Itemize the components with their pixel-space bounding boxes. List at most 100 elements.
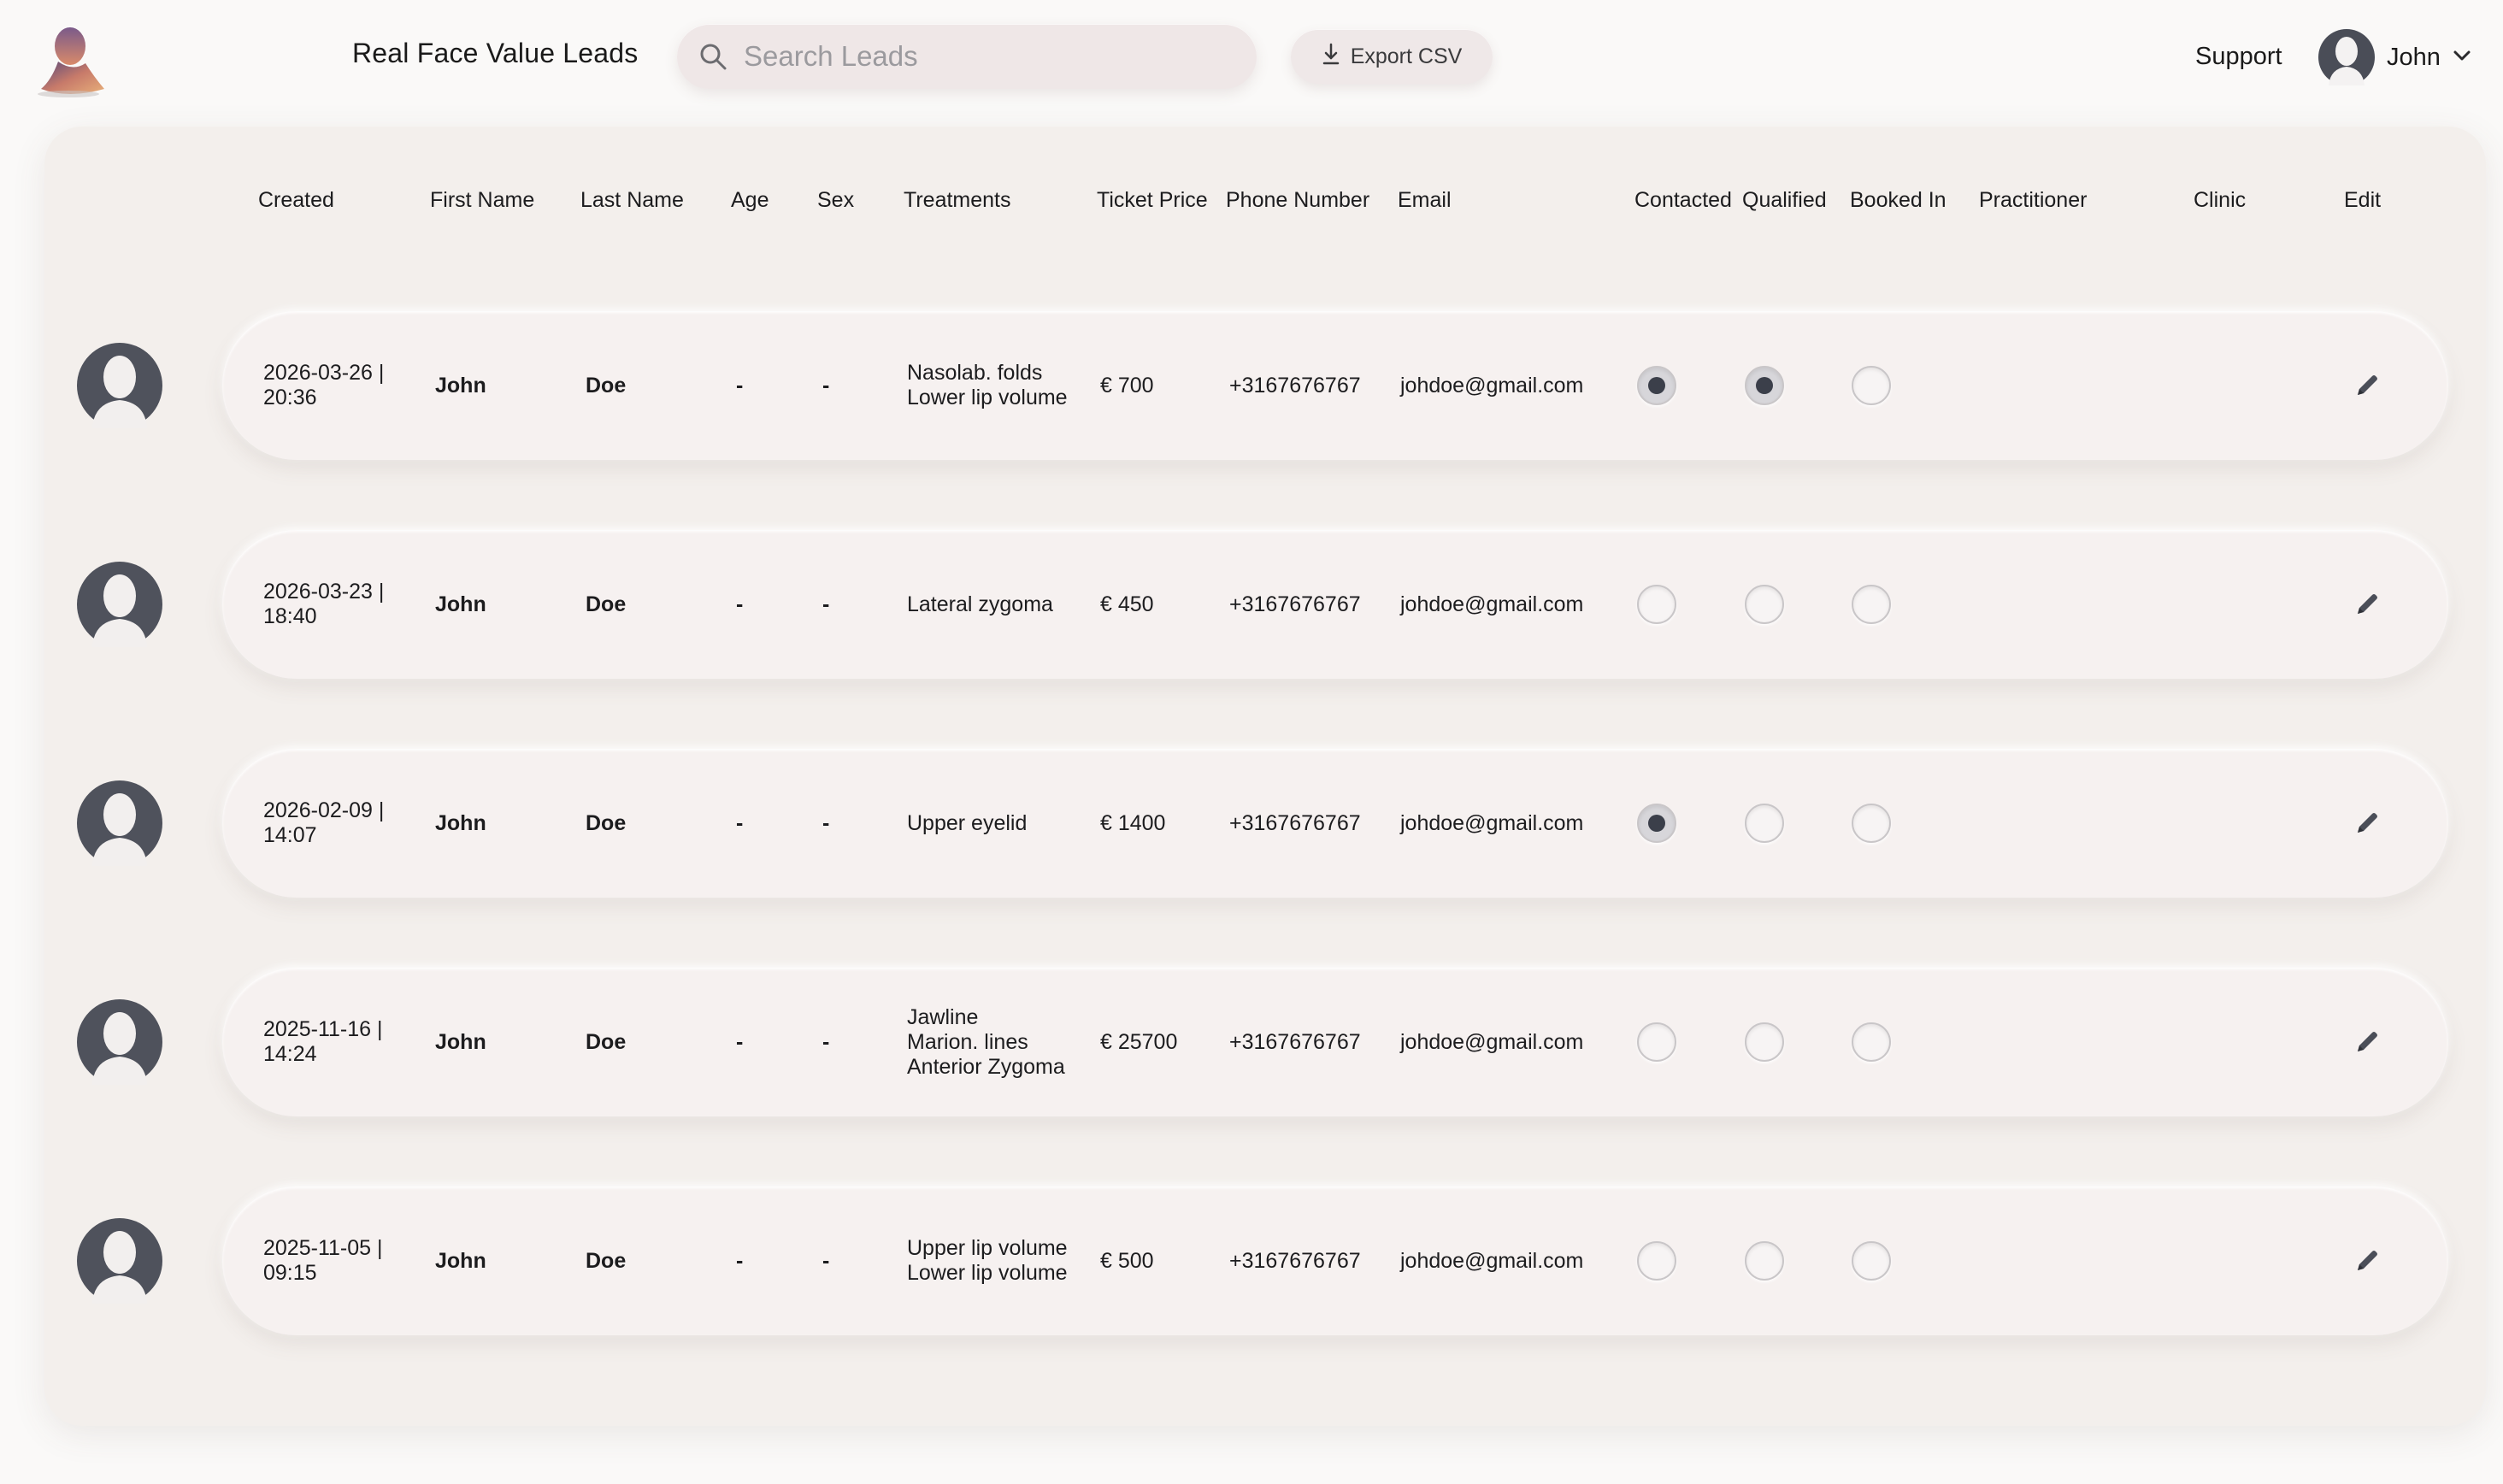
age-cell: - [736,592,744,616]
booked-in-radio[interactable] [1852,1022,1891,1062]
phone-cell: +3167676767 [1229,373,1361,398]
last-name-cell: Doe [586,592,627,616]
created-cell: 2026-03-26 | 20:36 [263,361,384,410]
qualified-radio[interactable] [1745,1241,1784,1281]
booked-in-radio[interactable] [1852,366,1891,405]
column-header-ticket-price[interactable]: Ticket Price [1097,188,1208,213]
email-cell[interactable]: johdoe@gmail.com [1400,811,1583,836]
edit-pencil-icon[interactable] [2353,809,2382,838]
column-header-treatments[interactable]: Treatments [904,188,1011,213]
column-header-age[interactable]: Age [731,188,769,213]
column-header-practitioner[interactable]: Practitioner [1979,188,2087,213]
treatment-item: Lower lip volume [907,386,1068,409]
treatment-item: Nasolab. folds [907,361,1043,385]
created-cell: 2026-03-23 | 18:40 [263,580,384,629]
contacted-radio[interactable] [1637,804,1676,843]
edit-pencil-icon[interactable] [2353,371,2382,400]
qualified-radio[interactable] [1745,1022,1784,1062]
edit-pencil-icon[interactable] [2353,1028,2382,1057]
created-date: 2026-03-26 | [263,361,385,385]
last-name-cell: Doe [586,1248,627,1273]
edit-pencil-icon[interactable] [2353,590,2382,619]
first-name-cell: John [435,1029,486,1054]
column-header-edit: Edit [2344,188,2382,212]
last-name-cell: Doe [586,810,627,835]
ticket-price-cell: € 450 [1100,592,1154,616]
contacted-radio[interactable] [1637,1241,1676,1281]
lead-avatar [77,343,162,428]
created-time: 14:07 [263,823,317,847]
age-cell: - [736,810,744,835]
created-cell: 2025-11-05 | 09:15 [263,1236,382,1286]
booked-in-radio[interactable] [1852,585,1891,624]
column-header-clinic[interactable]: Clinic [2194,188,2246,213]
page-title: Real Face Value Leads [352,38,639,68]
sex-cell: - [822,373,830,398]
first-name-cell: John [435,810,486,835]
column-header-sex[interactable]: Sex [817,188,854,213]
brand-logo [38,27,104,97]
created-date: 2025-11-16 | [263,1017,383,1041]
email-cell[interactable]: johdoe@gmail.com [1400,374,1583,398]
ticket-price-cell: € 1400 [1100,810,1166,835]
top-bar: Real Face Value Leads Export CSV Support… [0,0,2503,116]
age-cell: - [736,373,744,398]
email-cell[interactable]: johdoe@gmail.com [1400,1249,1583,1274]
last-name-cell: Doe [586,373,627,398]
contacted-radio[interactable] [1637,1022,1676,1062]
column-header-phone[interactable]: Phone Number [1226,188,1369,213]
ticket-price-cell: € 25700 [1100,1029,1178,1054]
treatments-cell: Nasolab. folds Lower lip volume [907,361,1068,410]
qualified-radio[interactable] [1745,804,1784,843]
radio-dot [1648,815,1665,832]
column-header-qualified[interactable]: Qualified [1742,188,1827,213]
treatment-item: Upper lip volume [907,1236,1068,1260]
radio-dot [1648,377,1665,394]
edit-pencil-icon[interactable] [2353,1246,2382,1275]
created-cell: 2025-11-16 | 14:24 [263,1017,382,1067]
column-header-last-name[interactable]: Last Name [580,188,684,213]
search-bar[interactable] [677,24,1257,89]
created-time: 20:36 [263,386,317,409]
treatment-item: Lower lip volume [907,1261,1068,1285]
treatment-item: Anterior Zygoma [907,1054,1065,1079]
email-cell[interactable]: johdoe@gmail.com [1400,592,1583,617]
download-icon [1322,43,1340,71]
export-csv-button[interactable]: Export CSV [1291,29,1493,84]
contacted-radio[interactable] [1637,585,1676,624]
qualified-radio[interactable] [1745,585,1784,624]
phone-cell: +3167676767 [1229,592,1361,616]
search-icon [696,39,730,74]
search-input[interactable] [742,39,1224,74]
avatar [2318,29,2375,85]
sex-cell: - [822,592,830,616]
column-header-created[interactable]: Created [258,188,334,213]
column-header-booked-in[interactable]: Booked In [1850,188,1946,213]
first-name-cell: John [435,592,486,616]
sex-cell: - [822,810,830,835]
column-header-email[interactable]: Email [1398,188,1452,213]
email-cell[interactable]: johdoe@gmail.com [1400,1030,1583,1055]
column-header-contacted[interactable]: Contacted [1634,188,1732,213]
lead-avatar [77,999,162,1085]
lead-avatar [77,1218,162,1304]
export-csv-label: Export CSV [1350,44,1463,68]
radio-dot [1756,377,1773,394]
ticket-price-cell: € 700 [1100,373,1154,398]
created-time: 18:40 [263,604,317,628]
column-header-first-name[interactable]: First Name [430,188,534,213]
phone-cell: +3167676767 [1229,1029,1361,1054]
booked-in-radio[interactable] [1852,1241,1891,1281]
lead-avatar [77,562,162,647]
first-name-cell: John [435,1248,486,1273]
treatments-cell: Lateral zygoma [907,592,1053,617]
contacted-radio[interactable] [1637,366,1676,405]
last-name-cell: Doe [586,1029,627,1054]
phone-cell: +3167676767 [1229,810,1361,835]
booked-in-radio[interactable] [1852,804,1891,843]
treatment-item: Upper eyelid [907,810,1028,835]
treatment-item: Marion. lines [907,1029,1028,1054]
user-menu[interactable]: John [2318,27,2471,87]
qualified-radio[interactable] [1745,366,1784,405]
support-link[interactable]: Support [2195,43,2282,71]
